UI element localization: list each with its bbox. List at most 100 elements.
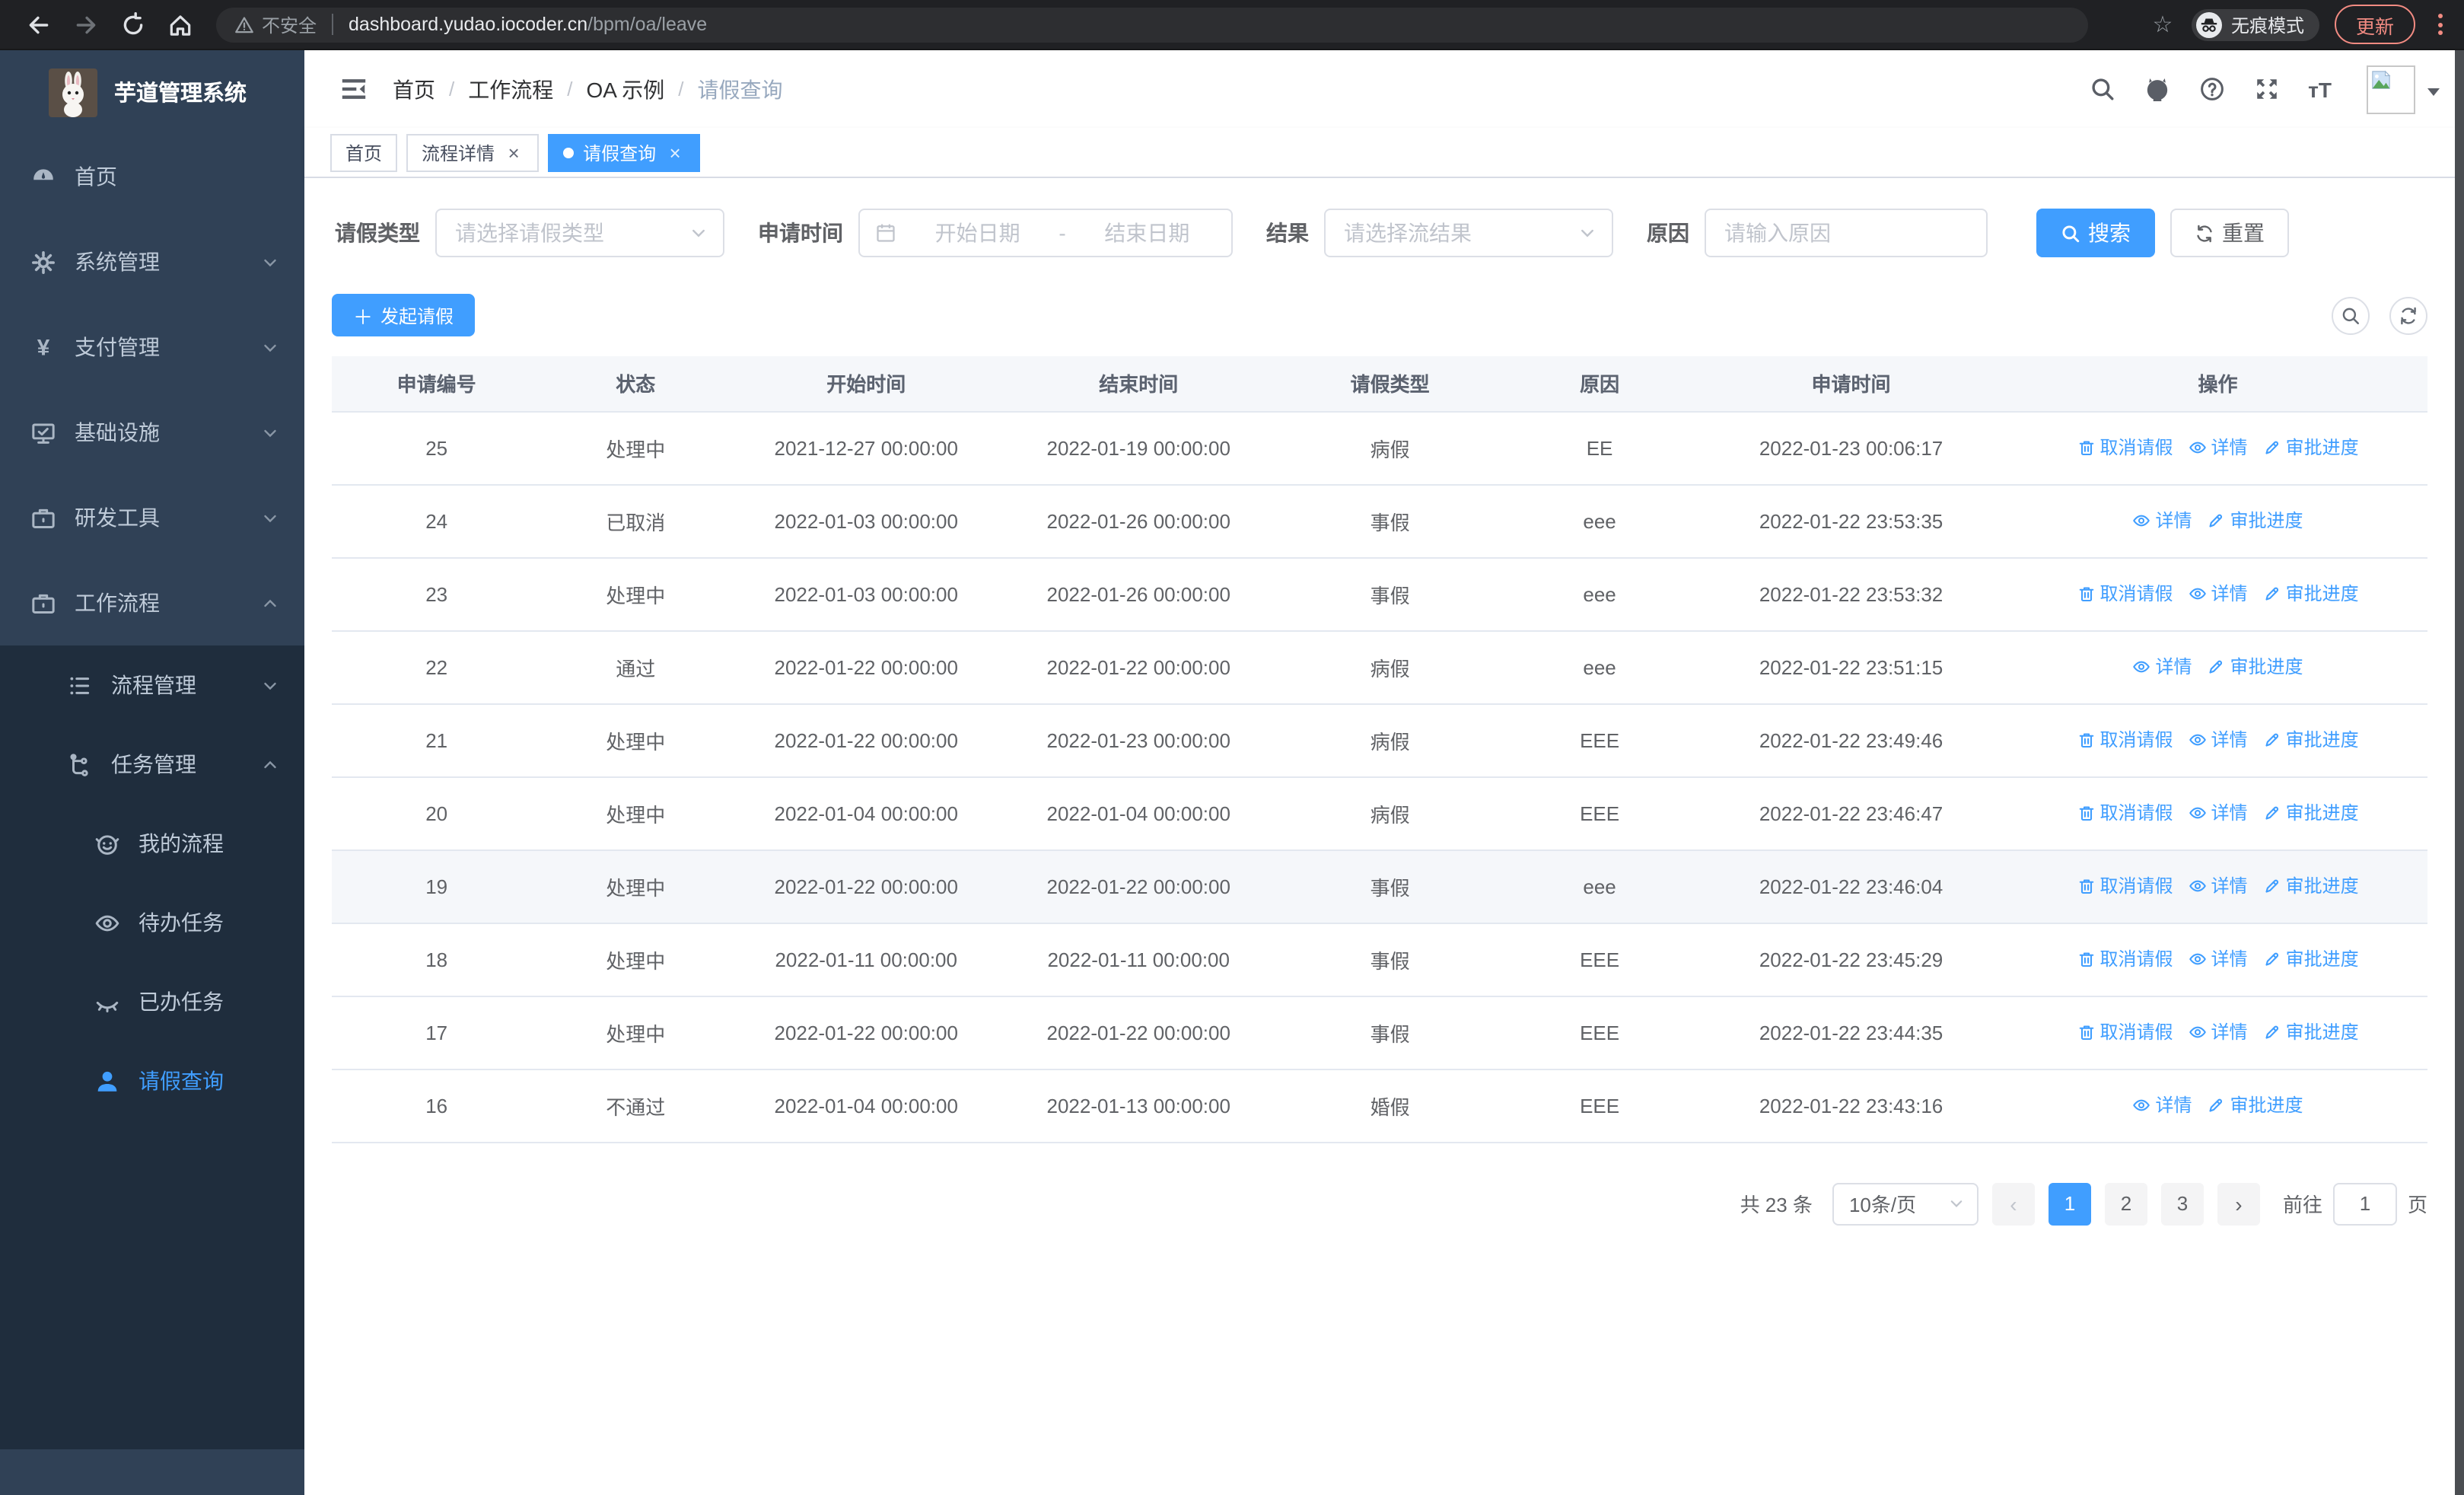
detail-link[interactable]: 详情 bbox=[2133, 1092, 2192, 1118]
approval-progress-link[interactable]: 审批进度 bbox=[2208, 1092, 2303, 1118]
reload-icon[interactable] bbox=[120, 11, 146, 37]
chevron-down-icon bbox=[260, 252, 280, 272]
breadcrumb-item[interactable]: 首页 bbox=[393, 74, 435, 104]
github-icon[interactable] bbox=[2144, 76, 2170, 102]
reset-button[interactable]: 重置 bbox=[2170, 209, 2289, 257]
tab-leave-query[interactable]: 请假查询 × bbox=[548, 133, 701, 171]
sidebar-item-label: 研发工具 bbox=[75, 505, 160, 530]
fullscreen-icon[interactable] bbox=[2253, 76, 2279, 102]
address-bar[interactable]: 不安全 dashboard.yudao.iocoder.cn/bpm/oa/le… bbox=[216, 7, 2088, 42]
approval-progress-link[interactable]: 审批进度 bbox=[2263, 873, 2359, 899]
close-icon[interactable]: × bbox=[665, 142, 685, 162]
cell-end-time: 2022-01-22 00:00:00 bbox=[1002, 850, 1275, 923]
page-unit-label: 页 bbox=[2407, 1194, 2427, 1216]
sidebar-item-done-tasks[interactable]: 已办任务 bbox=[0, 962, 304, 1041]
cancel-leave-link[interactable]: 取消请假 bbox=[2077, 581, 2173, 607]
breadcrumb-item[interactable]: OA 示例 bbox=[587, 74, 665, 104]
approval-progress-link[interactable]: 审批进度 bbox=[2263, 800, 2359, 826]
back-icon[interactable] bbox=[26, 11, 52, 37]
sidebar-item-task-mgmt[interactable]: 任务管理 bbox=[0, 725, 304, 804]
cancel-leave-link[interactable]: 取消请假 bbox=[2077, 1019, 2173, 1045]
detail-link[interactable]: 详情 bbox=[2189, 946, 2248, 972]
update-button[interactable]: 更新 bbox=[2334, 5, 2415, 44]
home-icon[interactable] bbox=[167, 11, 193, 37]
total-count: 共 23 条 bbox=[1740, 1194, 1813, 1216]
sidebar-item-leave-query[interactable]: 请假查询 bbox=[0, 1041, 304, 1120]
detail-link[interactable]: 详情 bbox=[2189, 581, 2248, 607]
tab-home[interactable]: 首页 bbox=[330, 133, 398, 171]
page-size-select[interactable]: 10条/页 bbox=[1832, 1182, 1979, 1225]
approval-progress-link[interactable]: 审批进度 bbox=[2263, 1019, 2359, 1045]
sidebar-item-label: 支付管理 bbox=[75, 335, 160, 359]
approval-progress-link[interactable]: 审批进度 bbox=[2263, 946, 2359, 972]
help-icon[interactable] bbox=[2198, 76, 2224, 102]
cancel-leave-link[interactable]: 取消请假 bbox=[2077, 727, 2173, 753]
page-scrollbar[interactable] bbox=[2455, 50, 2464, 1495]
detail-link[interactable]: 详情 bbox=[2189, 727, 2248, 753]
cell-end-time: 2022-01-23 00:00:00 bbox=[1002, 703, 1275, 777]
progress-icon bbox=[2208, 1096, 2226, 1114]
detail-icon bbox=[2189, 438, 2207, 457]
tab-label: 首页 bbox=[345, 142, 383, 164]
cell-end-time: 2022-01-19 00:00:00 bbox=[1002, 411, 1275, 485]
cancel-leave-link[interactable]: 取消请假 bbox=[2077, 800, 2173, 826]
cell-start-time: 2022-01-22 00:00:00 bbox=[730, 996, 1003, 1069]
sidebar-item-devtools[interactable]: 研发工具 bbox=[0, 475, 304, 560]
create-leave-button[interactable]: ＋ 发起请假 bbox=[332, 294, 476, 336]
caret-down-icon[interactable] bbox=[2427, 88, 2440, 96]
sidebar-item-infra[interactable]: 基础设施 bbox=[0, 390, 304, 475]
sidebar-item-system[interactable]: 系统管理 bbox=[0, 219, 304, 304]
leave-type-select[interactable]: 请选择请假类型 bbox=[435, 209, 724, 257]
show-search-button[interactable] bbox=[2332, 296, 2370, 334]
cell-reason: eee bbox=[1505, 484, 1694, 558]
result-select[interactable]: 请选择流结果 bbox=[1324, 209, 1613, 257]
forward-icon[interactable] bbox=[73, 11, 99, 37]
approval-progress-link[interactable]: 审批进度 bbox=[2263, 727, 2359, 753]
approval-progress-link[interactable]: 审批进度 bbox=[2208, 654, 2303, 680]
detail-link[interactable]: 详情 bbox=[2133, 654, 2192, 680]
search-button[interactable]: 搜索 bbox=[2036, 209, 2155, 257]
sidebar-item-process-mgmt[interactable]: 流程管理 bbox=[0, 645, 304, 725]
cancel-leave-link[interactable]: 取消请假 bbox=[2077, 873, 2173, 899]
bookmark-star-icon[interactable]: ☆ bbox=[2149, 11, 2176, 38]
cell-actions: 取消请假 详情 审批进度 bbox=[2008, 703, 2427, 777]
detail-link[interactable]: 详情 bbox=[2189, 435, 2248, 461]
sidebar-item-workflow[interactable]: 工作流程 bbox=[0, 560, 304, 645]
detail-link[interactable]: 详情 bbox=[2189, 873, 2248, 899]
next-page-button[interactable]: › bbox=[2217, 1182, 2260, 1225]
approval-progress-link[interactable]: 审批进度 bbox=[2263, 435, 2359, 461]
tab-label: 流程详情 bbox=[422, 142, 495, 164]
search-icon[interactable] bbox=[2089, 76, 2115, 102]
detail-link[interactable]: 详情 bbox=[2133, 508, 2192, 534]
sidebar-item-payment[interactable]: ¥ 支付管理 bbox=[0, 304, 304, 390]
browser-menu-icon[interactable] bbox=[2437, 14, 2443, 35]
sidebar-item-todo-tasks[interactable]: 待办任务 bbox=[0, 883, 304, 962]
security-label[interactable]: 不安全 bbox=[262, 11, 317, 37]
approval-progress-link[interactable]: 审批进度 bbox=[2263, 581, 2359, 607]
cancel-leave-link[interactable]: 取消请假 bbox=[2077, 946, 2173, 972]
collapse-sidebar-icon[interactable] bbox=[339, 75, 368, 104]
refresh-table-button[interactable] bbox=[2389, 296, 2427, 334]
page-button-1[interactable]: 1 bbox=[2048, 1182, 2091, 1225]
goto-page-input[interactable] bbox=[2332, 1182, 2397, 1225]
prev-page-button[interactable]: ‹ bbox=[1991, 1182, 2035, 1225]
breadcrumb-item[interactable]: 工作流程 bbox=[468, 74, 553, 104]
close-icon[interactable]: × bbox=[504, 142, 524, 162]
sidebar-item-home[interactable]: 首页 bbox=[0, 134, 304, 219]
approval-progress-link[interactable]: 审批进度 bbox=[2208, 508, 2303, 534]
font-size-icon[interactable]: ᴛT bbox=[2308, 77, 2332, 101]
apply-time-range-picker[interactable]: 开始日期 - 结束日期 bbox=[858, 209, 1233, 257]
page-button-2[interactable]: 2 bbox=[2104, 1182, 2147, 1225]
tab-process-detail[interactable]: 流程详情 × bbox=[406, 133, 540, 171]
page-button-3[interactable]: 3 bbox=[2160, 1182, 2204, 1225]
cancel-leave-link[interactable]: 取消请假 bbox=[2077, 435, 2173, 461]
avatar[interactable] bbox=[2367, 65, 2415, 113]
user-menu[interactable] bbox=[2367, 65, 2440, 113]
detail-link[interactable]: 详情 bbox=[2189, 1019, 2248, 1045]
cell-status: 通过 bbox=[541, 630, 731, 704]
sidebar-item-my-process[interactable]: 我的流程 bbox=[0, 804, 304, 883]
column-header: 状态 bbox=[541, 356, 731, 412]
reason-input[interactable] bbox=[1724, 221, 1968, 245]
detail-link[interactable]: 详情 bbox=[2189, 800, 2248, 826]
calendar-icon bbox=[875, 222, 896, 244]
